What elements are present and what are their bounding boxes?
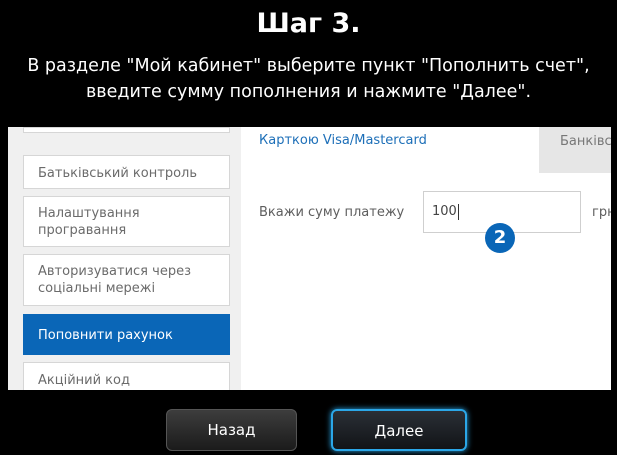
instruction-line-2: введите сумму пополнения и нажмите "Дале…	[85, 82, 532, 102]
back-button[interactable]: Назад	[166, 409, 297, 451]
amount-label: Вкажи суму платежу	[259, 205, 405, 220]
account-screenshot: Батьківський контроль Налаштування прогр…	[8, 127, 611, 390]
account-sidebar: Батьківський контроль Налаштування прогр…	[8, 127, 241, 390]
tab-card-payment[interactable]: Карткою Visa/Mastercard	[259, 133, 427, 148]
sidebar-item-label: Поповнити рахунок	[38, 328, 173, 343]
instruction-line-1: В разделе "Мой кабинет" выберите пункт "…	[27, 56, 590, 76]
sidebar-item-label: Батьківський контроль	[38, 166, 197, 181]
sidebar-item-promo-code[interactable]: Акційний код	[23, 362, 230, 390]
currency-label: грн	[592, 205, 611, 220]
sidebar-item-label: Авторизуватися через	[38, 264, 191, 279]
next-button[interactable]: Далее	[331, 409, 467, 451]
sidebar-item-label: Акційний код	[38, 373, 130, 388]
sidebar-item-social-login[interactable]: Авторизуватися через соціальні мережі	[23, 254, 230, 306]
sidebar-item-playback-settings[interactable]: Налаштування програвання	[23, 196, 230, 247]
payment-panel: Карткою Visa/Mastercard Банківс Вкажи су…	[241, 127, 611, 390]
amount-value: 100	[432, 204, 457, 219]
step-title: Шаг 3.	[256, 8, 361, 39]
sidebar-item-top-partial[interactable]	[23, 127, 230, 133]
sidebar-item-label-line2: соціальні мережі	[38, 281, 156, 296]
sidebar-item-parental-control[interactable]: Батьківський контроль	[23, 155, 230, 189]
step-number-badge: 2	[485, 223, 515, 253]
tab-bank-payment[interactable]: Банківс	[539, 127, 611, 173]
sidebar-item-label-line2: програвання	[38, 223, 127, 238]
text-caret	[457, 203, 459, 220]
sidebar-item-label: Налаштування	[38, 206, 140, 221]
sidebar-item-top-up[interactable]: Поповнити рахунок	[23, 314, 230, 355]
step-instruction: В разделе "Мой кабинет" выберите пункт "…	[0, 53, 617, 105]
